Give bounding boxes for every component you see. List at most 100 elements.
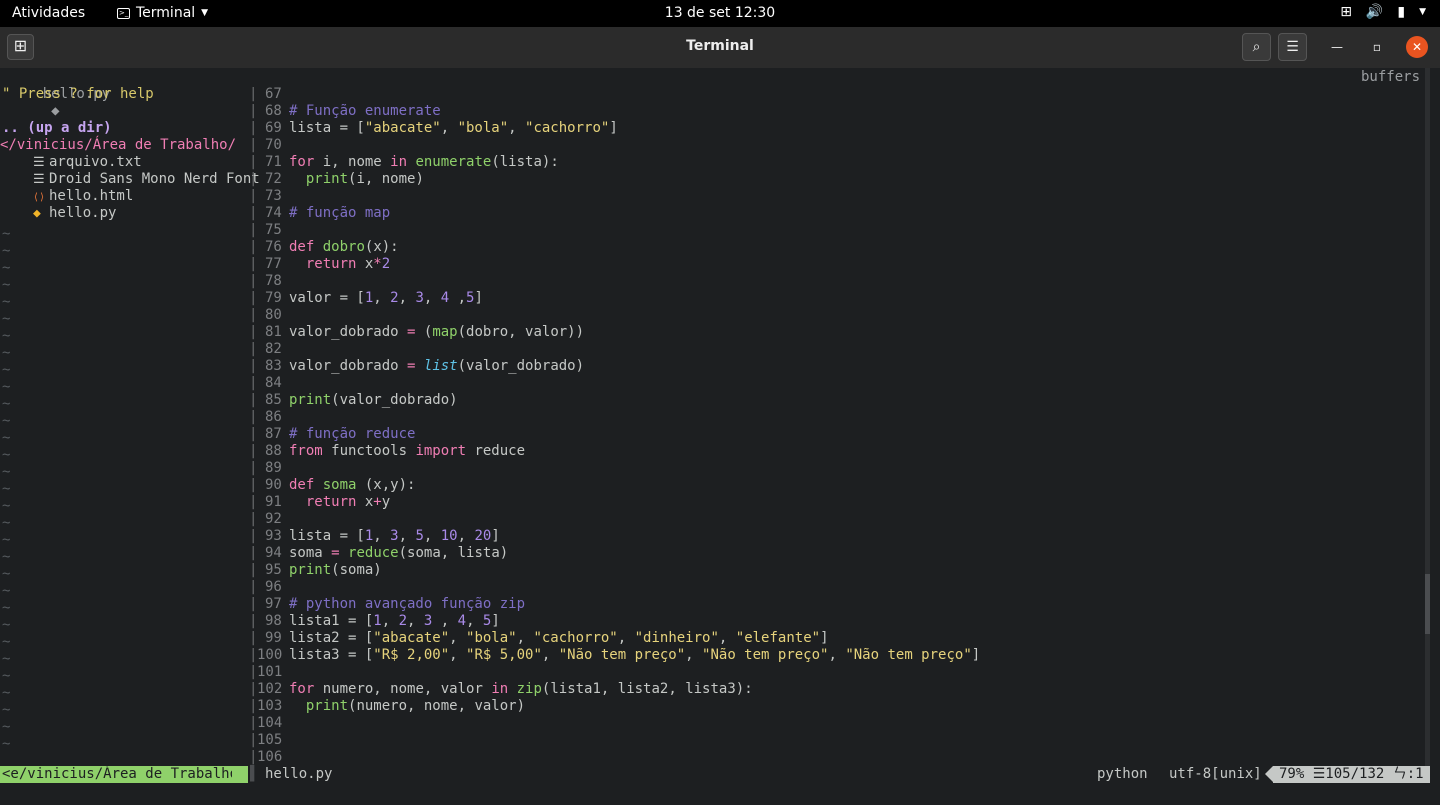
code-token: (x): bbox=[364, 239, 399, 255]
code-line[interactable]: valor_dobrado = (map(dobro, valor)) bbox=[289, 324, 584, 341]
split-border: | bbox=[249, 630, 258, 646]
line-number: 97 bbox=[265, 596, 282, 612]
code-line[interactable]: for i, nome in enumerate(lista): bbox=[289, 154, 559, 171]
code-token: 3 bbox=[390, 528, 399, 544]
code-line[interactable]: lista3 = ["R$ 2,00", "R$ 5,00", "Não tem… bbox=[289, 647, 980, 664]
code-token: x bbox=[356, 494, 374, 510]
line-number: 99 bbox=[265, 630, 282, 646]
line-number: 70 bbox=[265, 137, 282, 153]
code-token: in bbox=[390, 154, 408, 170]
statusline: <e/vinicius/Área de Trabalho ▌ hello.py … bbox=[0, 766, 1440, 783]
code-line[interactable]: # Função enumerate bbox=[289, 103, 441, 120]
new-tab-button[interactable]: ⊞ bbox=[7, 34, 34, 60]
line-number: 106 bbox=[257, 749, 283, 765]
code-token: (lista): bbox=[491, 154, 559, 170]
split-border: | bbox=[249, 137, 258, 153]
split-border: | bbox=[249, 154, 258, 170]
code-line[interactable]: def dobro(x): bbox=[289, 239, 399, 256]
code-token: 4 bbox=[457, 613, 467, 629]
line-number: 87 bbox=[265, 426, 282, 442]
code-line[interactable]: return x+y bbox=[289, 494, 390, 511]
line-number: 78 bbox=[265, 273, 282, 289]
code-line[interactable]: # python avançado função zip bbox=[289, 596, 525, 613]
code-line[interactable]: from functools import reduce bbox=[289, 443, 525, 460]
code-token: (x,y): bbox=[356, 477, 416, 493]
line-number: 94 bbox=[265, 545, 282, 561]
split-border: | bbox=[249, 239, 258, 255]
line-number: 96 bbox=[265, 579, 282, 595]
code-line[interactable]: valor = [1, 2, 3, 4 ,5] bbox=[289, 290, 483, 307]
code-token: "dinheiro" bbox=[634, 630, 719, 646]
code-token: from bbox=[289, 443, 323, 459]
code-token: , bbox=[466, 613, 483, 629]
close-button[interactable]: ✕ bbox=[1406, 36, 1428, 58]
code-line[interactable]: print(valor_dobrado) bbox=[289, 392, 458, 409]
code-line[interactable]: print(numero, nome, valor) bbox=[289, 698, 525, 715]
buffers-label[interactable]: buffers bbox=[1361, 69, 1420, 86]
code-token: , bbox=[541, 647, 559, 663]
empty-line-marker: ~ bbox=[2, 566, 11, 582]
code-line[interactable]: print(i, nome) bbox=[289, 171, 424, 188]
column-icon: ㄣ bbox=[1392, 766, 1407, 782]
split-border: | bbox=[249, 392, 258, 408]
code-line[interactable]: lista = ["abacate", "bola", "cachorro"] bbox=[289, 120, 618, 137]
code-token: ] bbox=[971, 647, 981, 663]
split-border: | bbox=[249, 120, 258, 136]
code-token: valor = [ bbox=[289, 290, 365, 306]
system-tray[interactable]: ⊞ 🔊 ▮ ▼ bbox=[1340, 4, 1426, 20]
search-button[interactable]: ⌕ bbox=[1242, 33, 1271, 61]
nerdtree-entry[interactable]: ☰ arquivo.txt bbox=[33, 154, 142, 171]
code-line[interactable]: lista2 = ["abacate", "bola", "cachorro",… bbox=[289, 630, 829, 647]
code-token: ] bbox=[820, 630, 829, 646]
code-token: , bbox=[449, 630, 467, 646]
empty-line-marker: ~ bbox=[2, 702, 11, 718]
system-top-bar: Atividades >_ Terminal ▼ 13 de set 12:30… bbox=[0, 0, 1440, 27]
code-token: # função map bbox=[289, 205, 391, 221]
split-border: | bbox=[249, 341, 258, 357]
code-line[interactable]: def soma (x,y): bbox=[289, 477, 415, 494]
line-number: 105 bbox=[257, 732, 283, 748]
code-token: for bbox=[289, 681, 315, 697]
statusline-filename: hello.py bbox=[265, 766, 333, 782]
tabline-file[interactable]: hello.py ◆ bbox=[9, 69, 110, 119]
scrollbar-thumb[interactable] bbox=[1425, 574, 1430, 634]
nerdtree-entry[interactable]: ⟨⟩ hello.html bbox=[33, 188, 133, 205]
app-menu[interactable]: >_ Terminal ▼ bbox=[117, 5, 208, 21]
nerdtree-entry[interactable]: ☰ Droid Sans Mono Nerd Font bbox=[33, 171, 260, 188]
statusline-encoding: utf-8[unix] bbox=[1169, 766, 1262, 782]
code-token: ] bbox=[491, 613, 500, 629]
code-line[interactable]: lista = [1, 3, 5, 10, 20] bbox=[289, 528, 500, 545]
code-line[interactable]: valor_dobrado = list(valor_dobrado) bbox=[289, 358, 584, 375]
line-number: 82 bbox=[265, 341, 282, 357]
python-file-icon: ◆ bbox=[33, 206, 41, 221]
code-line[interactable]: for numero, nome, valor in zip(lista1, l… bbox=[289, 681, 753, 698]
code-line[interactable]: # função reduce bbox=[289, 426, 415, 443]
minimize-button[interactable]: — bbox=[1326, 36, 1348, 58]
nerdtree-up-dir[interactable]: .. (up a dir) bbox=[2, 120, 112, 137]
clock[interactable]: 13 de set 12:30 bbox=[0, 5, 1440, 21]
nerdtree-entry[interactable]: ◆ hello.py bbox=[33, 205, 116, 222]
scrollbar[interactable] bbox=[1425, 68, 1430, 768]
code-token: , bbox=[423, 290, 441, 306]
split-border: | bbox=[249, 290, 258, 306]
code-line[interactable]: print(soma) bbox=[289, 562, 382, 579]
code-token: 4 bbox=[440, 290, 450, 306]
nerdtree-cwd[interactable]: </vinicius/Área de Trabalho/ bbox=[0, 137, 236, 154]
code-line[interactable]: lista1 = [1, 2, 3 , 4, 5] bbox=[289, 613, 500, 630]
code-token: , bbox=[617, 630, 635, 646]
code-line[interactable]: return x*2 bbox=[289, 256, 390, 273]
split-border: | bbox=[249, 409, 258, 425]
code-line[interactable]: # função map bbox=[289, 205, 390, 222]
activities-button[interactable]: Atividades bbox=[12, 5, 85, 21]
menu-button[interactable]: ☰ bbox=[1278, 33, 1307, 61]
code-token: ] bbox=[474, 290, 483, 306]
maximize-button[interactable]: ▫ bbox=[1366, 36, 1388, 58]
code-line[interactable]: soma = reduce(soma, lista) bbox=[289, 545, 508, 562]
text-file-icon: ☰ bbox=[33, 172, 45, 187]
code-token: , bbox=[432, 613, 458, 629]
terminal-view[interactable]: hello.py ◆ buffers " Press ? for help ..… bbox=[0, 68, 1440, 805]
new-tab-icon: ⊞ bbox=[13, 36, 28, 55]
split-border: | bbox=[249, 562, 258, 578]
line-number: 74 bbox=[265, 205, 282, 221]
